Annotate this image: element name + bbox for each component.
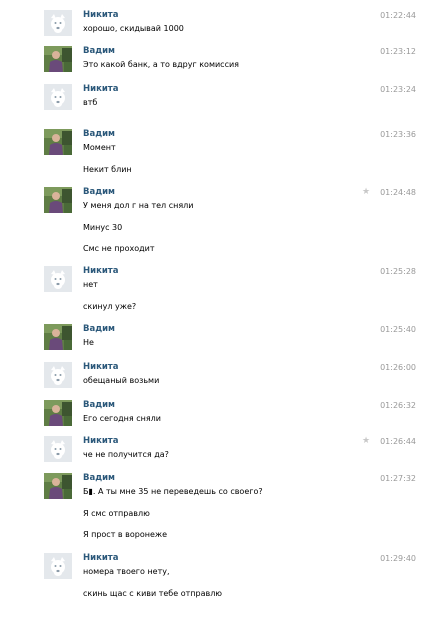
message-timestamp[interactable]: 01:29:40 [372,553,416,564]
user-photo-avatar[interactable] [44,473,72,499]
message-text: Я смс отправлю [83,509,150,518]
message-timestamp[interactable]: 01:27:32 [372,473,416,484]
message-text: номера твоего нету, [83,567,170,576]
sender-name[interactable]: Никита [83,553,118,564]
user-photo-avatar[interactable] [44,400,72,426]
user-photo-avatar[interactable] [44,187,72,213]
message-text: Его сегодня сняли [83,414,161,423]
message-text: Не [83,338,94,347]
dog-avatar-icon[interactable] [44,266,72,292]
message-text: скинул уже? [83,302,137,311]
message-group[interactable]: Вадим 01:27:32 Б▮. А ты мне 35 не переведе… [0,473,436,543]
dog-avatar-icon[interactable] [44,436,72,462]
message-text: нет [83,280,98,289]
sender-name[interactable]: Никита [83,84,118,95]
sender-name[interactable]: Вадим [83,473,115,484]
sender-name[interactable]: Никита [83,436,118,447]
message-group[interactable]: Вадим ★ 01:24:48 У меня дол г на тел сняли М… [0,187,436,257]
message-timestamp[interactable]: 01:26:32 [372,400,416,411]
sender-name[interactable]: Вадим [83,324,115,335]
message-timestamp[interactable]: 01:23:36 [372,129,416,140]
message-timestamp[interactable]: 01:25:40 [372,324,416,335]
message-text: У меня дол г на тел сняли [83,201,194,210]
star-icon[interactable]: ★ [362,187,370,198]
message-timestamp[interactable]: 01:25:28 [372,266,416,277]
message-history: Никита 01:22:44 хорошо, скидывай 1000 Вадим… [0,0,436,604]
dog-avatar-icon[interactable] [44,84,72,110]
message-timestamp[interactable]: 01:26:00 [372,362,416,373]
star-icon[interactable]: ★ [362,436,370,447]
message-text: че не получится да? [83,450,169,459]
message-text: Это какой банк, а то вдруг комиссия [83,60,239,69]
message-text: Смс не проходит [83,244,155,253]
message-timestamp[interactable]: 01:24:48 [372,187,416,198]
sender-name[interactable]: Вадим [83,46,115,57]
user-photo-avatar[interactable] [44,46,72,72]
message-text: обещаный возьми [83,376,160,385]
sender-name[interactable]: Вадим [83,400,115,411]
dog-avatar-icon[interactable] [44,553,72,579]
sender-name[interactable]: Вадим [83,129,115,140]
message-text: Минус 30 [83,223,123,232]
message-text: Б▮. А ты мне 35 не переведешь со своего? [83,487,263,496]
sender-name[interactable]: Никита [83,266,118,277]
message-group[interactable]: Никита 01:29:40 номера твоего нету, скинь щ… [0,553,436,623]
message-timestamp[interactable]: 01:23:12 [372,46,416,57]
message-text: Я прост в воронеже [83,530,168,539]
message-text: хорошо, скидывай 1000 [83,24,184,33]
user-photo-avatar[interactable] [44,324,72,350]
message-timestamp[interactable]: 01:23:24 [372,84,416,95]
message-text: скинь щас с киви тебе отправлю [83,589,223,598]
message-text: Некит блин [83,165,132,174]
sender-name[interactable]: Никита [83,362,118,373]
sender-name[interactable]: Вадим [83,187,115,198]
message-timestamp[interactable]: 01:26:44 [372,436,416,447]
user-photo-avatar[interactable] [44,129,72,155]
message-text: Момент [83,143,116,152]
dog-avatar-icon[interactable] [44,10,72,36]
message-text: втб [83,98,98,107]
dog-avatar-icon[interactable] [44,362,72,388]
message-timestamp[interactable]: 01:22:44 [372,10,416,21]
sender-name[interactable]: Никита [83,10,118,21]
